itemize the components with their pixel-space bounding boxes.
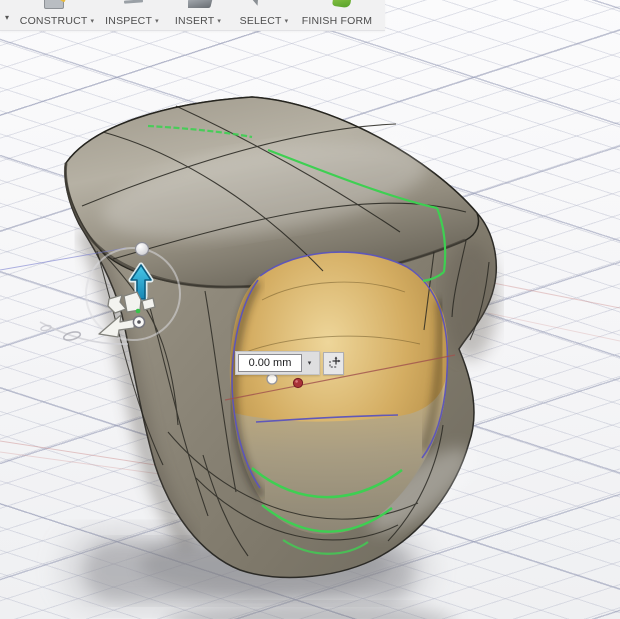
- sphere-handle[interactable]: [134, 241, 150, 257]
- scale-handle[interactable]: [40, 324, 52, 332]
- chevron-down-icon: ▾: [217, 17, 222, 25]
- chevron-down-icon: ▾: [284, 17, 289, 25]
- model-canvas[interactable]: [0, 0, 620, 619]
- value-dropdown-button[interactable]: ▾: [302, 354, 317, 372]
- numeric-input-position-button[interactable]: [323, 351, 344, 375]
- snap-point-handle[interactable]: [266, 373, 278, 385]
- edge-midpoint-dot: [135, 308, 141, 314]
- numeric-input-position-icon: [328, 356, 340, 368]
- center-point-highlight: [295, 380, 298, 383]
- inspect-measure-icon: [123, 0, 145, 6]
- fusion-form-viewport: ▾ CONSTRUCT ▾ INSPECT ▾ INSERT ▾ SELECT …: [0, 0, 620, 619]
- menu-construct[interactable]: CONSTRUCT ▾: [20, 13, 94, 29]
- chevron-down-icon: ▾: [90, 17, 95, 25]
- form-toolbar: ▾ CONSTRUCT ▾ INSPECT ▾ INSERT ▾ SELECT …: [0, 0, 385, 31]
- menu-inspect-label: INSPECT: [105, 15, 153, 27]
- menu-construct-label: CONSTRUCT: [19, 15, 88, 27]
- menu-finish-form[interactable]: FINISH FORM: [300, 13, 374, 29]
- menu-select-label: SELECT: [239, 15, 282, 27]
- value-panel: 0.00 mm ▾: [235, 351, 320, 375]
- chevron-down-icon: ▾: [155, 17, 159, 25]
- menu-insert-label: INSERT: [174, 15, 215, 27]
- menu-insert[interactable]: INSERT ▾: [170, 13, 226, 29]
- axis-point-handle[interactable]: [132, 315, 146, 329]
- edit-form-value-box: 0.00 mm ▾: [235, 351, 344, 375]
- select-cursor-icon: [250, 0, 259, 8]
- menu-finish-form-label: FINISH FORM: [301, 15, 373, 27]
- construct-plane-icon: [42, 0, 66, 9]
- offset-distance-input[interactable]: 0.00 mm: [238, 354, 302, 372]
- toolbar-overflow-caret[interactable]: ▾: [0, 13, 14, 22]
- menu-select[interactable]: SELECT ▾: [236, 13, 292, 29]
- menu-inspect[interactable]: INSPECT ▾: [102, 13, 162, 29]
- finish-form-icon: [331, 0, 355, 9]
- center-point-handle[interactable]: [292, 377, 304, 389]
- insert-canvas-icon: [188, 0, 213, 9]
